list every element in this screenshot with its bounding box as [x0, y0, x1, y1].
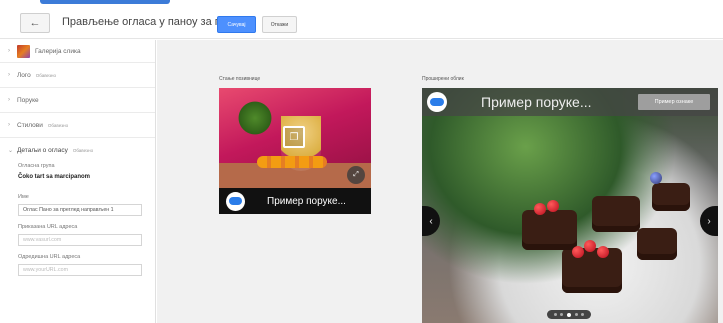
sidebar: › Галерија слика › Лого Обавезно › Порук…	[0, 40, 156, 323]
ad-group-value: Čoko tart sa marcipanom	[18, 174, 91, 180]
name-input[interactable]: Оглас Пано за преглед направљен 1	[18, 204, 142, 216]
sidebar-item-label: Детаљи о огласу	[17, 147, 68, 154]
raspberry	[572, 246, 584, 258]
required-badge: Обавезно	[35, 72, 57, 78]
logo	[427, 92, 447, 112]
destination-url-label: Одредишна URL адреса	[18, 254, 81, 260]
header: ← Прављење огласа у паноу за преглед Сач…	[0, 5, 723, 39]
collapsed-message: Пример поруке...	[267, 195, 346, 207]
carousel-dot[interactable]	[560, 313, 564, 316]
carousel-dot[interactable]	[581, 313, 585, 316]
name-label: Име	[18, 194, 29, 200]
gallery-icon: ❐	[283, 126, 305, 148]
collapsed-state-label: Стање позивнице	[219, 76, 261, 82]
chocolate	[592, 196, 640, 232]
blueberry	[650, 172, 662, 184]
logo-icon	[229, 197, 242, 205]
required-badge: Обавезно	[72, 148, 94, 153]
chocolate	[637, 228, 677, 260]
carousel-dot[interactable]	[553, 313, 557, 316]
raspberry	[547, 200, 559, 212]
back-button[interactable]: ←	[20, 13, 50, 33]
sidebar-item-messages[interactable]: › Поруке	[0, 88, 155, 113]
sidebar-item-gallery[interactable]: › Галерија слика	[0, 40, 155, 63]
chevron-down-icon: ⌄	[8, 148, 14, 154]
raspberry	[597, 246, 609, 258]
chocolate	[522, 210, 577, 250]
destination-url-input[interactable]: www.yourURL.com	[18, 264, 142, 276]
chevron-right-icon: ›	[8, 97, 10, 103]
sidebar-item-logo[interactable]: › Лого Обавезно	[0, 63, 155, 88]
raspberry	[534, 203, 546, 215]
gallery-thumbnail	[17, 44, 30, 58]
display-url-input[interactable]: www.vasurl.com	[18, 234, 142, 246]
chevron-right-icon: ›	[8, 72, 10, 78]
cancel-button[interactable]: Откажи	[262, 16, 297, 33]
expanded-preview[interactable]: Пример поруке... Пример ознаке ‹ ›	[422, 88, 718, 323]
image-plant	[237, 98, 273, 138]
carousel-dot[interactable]	[574, 313, 578, 316]
sidebar-item-label: Поруке	[17, 96, 39, 104]
carousel-dots[interactable]	[547, 310, 591, 319]
carousel-dot[interactable]	[566, 312, 571, 317]
ad-group-label: Огласна група	[18, 163, 55, 169]
sidebar-item-ad-details[interactable]: ⌄ Детаљи о огласу Обавезно	[0, 138, 155, 163]
collapsed-preview[interactable]: ❐ ⤢ Пример поруке...	[219, 88, 371, 214]
expand-icon[interactable]: ⤢	[347, 166, 365, 184]
sidebar-item-label: Лого	[17, 71, 31, 79]
collapsed-message-bar: Пример поруке...	[219, 188, 371, 214]
display-url-label: Приказана URL адреса	[18, 224, 78, 230]
chocolate	[562, 248, 622, 293]
sidebar-item-styles[interactable]: › Стилови Обавезно	[0, 113, 155, 138]
arrow-left-icon: ←	[29, 17, 41, 29]
chevron-right-icon: ›	[8, 122, 10, 128]
sidebar-item-label: Стилови	[17, 121, 43, 129]
logo	[226, 191, 245, 211]
ad-details-panel: Огласна група Čoko tart sa marcipanom Им…	[0, 163, 155, 276]
image-oranges	[257, 156, 327, 168]
example-label-button[interactable]: Пример ознаке	[638, 94, 710, 110]
chocolate	[652, 183, 690, 211]
required-badge: Обавезно	[47, 122, 69, 128]
chevron-right-icon: ›	[8, 48, 10, 54]
expanded-state-label: Проширени облик	[422, 76, 464, 82]
save-button[interactable]: Сачувај	[217, 16, 256, 33]
logo-icon	[430, 98, 444, 106]
sidebar-item-label: Галерија слика	[35, 47, 81, 55]
raspberry	[584, 240, 596, 252]
expanded-message: Пример поруке...	[481, 94, 592, 110]
top-accent	[40, 0, 170, 4]
preview-area: Стање позивнице Проширени облик ❐ ⤢ Прим…	[157, 40, 723, 323]
expanded-header-bar: Пример поруке... Пример ознаке	[422, 88, 718, 116]
